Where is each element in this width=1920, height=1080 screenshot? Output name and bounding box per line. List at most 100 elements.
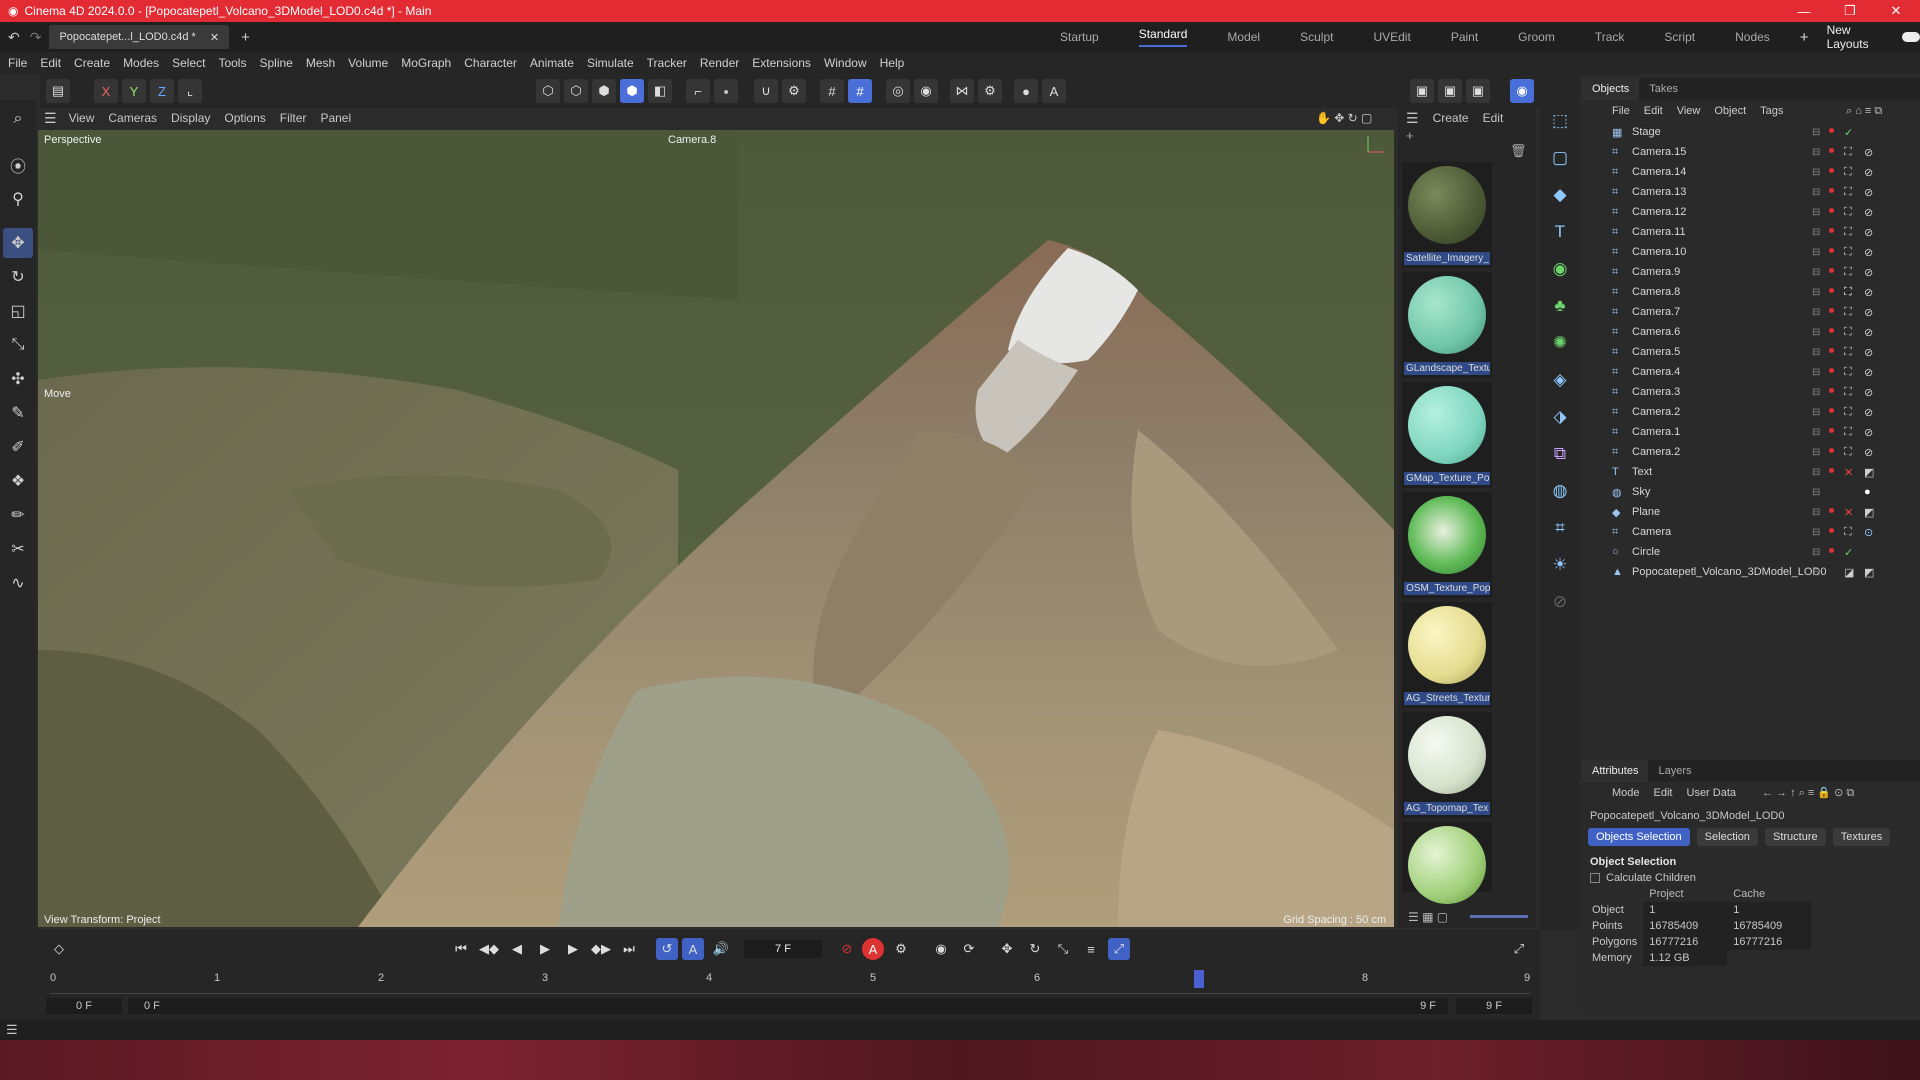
camera-tag-icon[interactable]: ⛶ <box>1844 346 1852 359</box>
sky-material-tag-icon[interactable]: ● <box>1864 486 1871 498</box>
render-view-icon[interactable]: ● <box>1014 79 1038 103</box>
visibility-icon[interactable]: ⊟ <box>1812 547 1820 558</box>
protection-tag-icon[interactable]: ⊘ <box>1864 246 1873 259</box>
command-palette-icon[interactable]: ▤ <box>46 79 70 103</box>
object-menu-file[interactable]: File <box>1612 105 1630 117</box>
visibility-icon[interactable]: ⊟ <box>1812 527 1820 538</box>
object-menu-tags[interactable]: Tags <box>1760 105 1783 117</box>
camera-tag-icon[interactable]: ⛶ <box>1844 166 1852 179</box>
layout-tab-sculpt[interactable]: Sculpt <box>1300 30 1333 44</box>
snap-icon[interactable]: ∪ <box>754 79 778 103</box>
record-param-icon[interactable]: ≡ <box>1080 938 1102 960</box>
symmetry-icon[interactable]: ⋈ <box>950 79 974 103</box>
record-pla-icon[interactable]: ⤢ <box>1108 938 1130 960</box>
add-material-icon[interactable]: + <box>1406 128 1414 143</box>
object-row-camera[interactable]: ⌗ Camera.6 ⊟ ⛶ ⊘ <box>1582 322 1920 342</box>
protection-tag-icon[interactable]: ⊘ <box>1864 306 1873 319</box>
protection-tag-icon[interactable]: ⊘ <box>1864 346 1873 359</box>
camera-tag-icon[interactable]: ⛶ <box>1844 386 1852 399</box>
menu-mograph[interactable]: MoGraph <box>401 56 451 70</box>
protection-tag-icon[interactable]: ⊘ <box>1864 446 1873 459</box>
camera-tag-icon[interactable]: ⛶ <box>1844 366 1852 379</box>
protection-tag-icon[interactable]: ⊘ <box>1864 186 1873 199</box>
close-tab-icon[interactable]: ✕ <box>210 31 219 44</box>
y-axis-button[interactable]: Y <box>122 79 146 103</box>
render-dot[interactable] <box>1829 368 1834 373</box>
minimize-button[interactable]: — <box>1782 0 1826 22</box>
viewport-menu-display[interactable]: Display <box>171 111 210 125</box>
protection-tag-icon[interactable]: ⊘ <box>1864 266 1873 279</box>
object-row-camera[interactable]: ⌗ Camera.9 ⊟ ⛶ ⊘ <box>1582 262 1920 282</box>
record-scale-icon[interactable]: ⤡ <box>1052 938 1074 960</box>
object-menu-object[interactable]: Object <box>1714 105 1746 117</box>
menu-tracker[interactable]: Tracker <box>647 56 687 70</box>
symmetry-settings-icon[interactable]: ⚙ <box>978 79 1002 103</box>
visibility-icon[interactable]: ⊟ <box>1812 267 1820 278</box>
render-dot[interactable] <box>1829 248 1834 253</box>
visibility-icon[interactable]: ⊟ <box>1812 447 1820 458</box>
object-row-circle[interactable]: ○ Circle ⊟ ✓ <box>1582 542 1920 562</box>
layout-tab-paint[interactable]: Paint <box>1451 30 1478 44</box>
menu-spline[interactable]: Spline <box>259 56 292 70</box>
render-dot[interactable] <box>1829 448 1834 453</box>
viewport-menu-cameras[interactable]: Cameras <box>108 111 157 125</box>
enabled-check-icon[interactable]: ✓ <box>1844 546 1853 559</box>
layout-tab-standard[interactable]: Standard <box>1138 27 1188 47</box>
viewport-menu-options[interactable]: Options <box>224 111 265 125</box>
object-row-camera[interactable]: ⌗ Camera.14 ⊟ ⛶ ⊘ <box>1582 162 1920 182</box>
render-dot[interactable] <box>1829 328 1834 333</box>
material-size-slider[interactable] <box>1470 915 1528 918</box>
menu-character[interactable]: Character <box>464 56 517 70</box>
camera-tag-icon[interactable]: ⛶ <box>1844 326 1852 339</box>
material-slot[interactable]: AG_Topomap_Tex <box>1402 712 1492 818</box>
status-menu-icon[interactable]: ☰ <box>6 1022 18 1038</box>
render-dot[interactable] <box>1829 508 1834 513</box>
document-tab[interactable]: Popocatepet...l_LOD0.c4d * ✕ <box>49 25 230 49</box>
active-camera-tag-icon[interactable]: ⛶ <box>1844 286 1852 299</box>
render-dot[interactable] <box>1829 408 1834 413</box>
viewport-menu-panel[interactable]: Panel <box>320 111 351 125</box>
layout-tab-track[interactable]: Track <box>1595 30 1625 44</box>
create-volume-icon[interactable]: ⬗ <box>1544 401 1576 433</box>
redo-icon[interactable]: ↷ <box>30 29 42 46</box>
material-menu-edit[interactable]: Edit <box>1483 111 1504 125</box>
record-disabled-icon[interactable]: ⊘ <box>836 938 858 960</box>
visibility-icon[interactable]: ⊟ <box>1812 427 1820 438</box>
preview-range-bar[interactable]: 0 F 9 F <box>128 998 1448 1014</box>
edges-mode-icon[interactable]: ⬡ <box>564 79 588 103</box>
live-selection-icon[interactable]: ⚲ <box>3 184 33 214</box>
end-frame-field[interactable]: 9 F <box>1456 998 1532 1014</box>
visibility-icon[interactable]: ⊟ <box>1812 567 1820 578</box>
camera-tag-icon[interactable]: ⛶ <box>1844 226 1852 239</box>
protection-tag-icon[interactable]: ⊘ <box>1864 206 1873 219</box>
tab-layers[interactable]: Layers <box>1648 765 1701 777</box>
rotate-tool-icon[interactable]: ↻ <box>3 262 33 292</box>
menu-edit[interactable]: Edit <box>40 56 61 70</box>
viewport-menu-view[interactable]: View <box>69 111 95 125</box>
texture-tag-icon[interactable]: ◩ <box>1864 466 1874 479</box>
layout-tab-groom[interactable]: Groom <box>1518 30 1555 44</box>
create-camera-icon[interactable]: ⌗ <box>1544 512 1576 544</box>
start-frame-field[interactable]: 0 F <box>46 998 122 1014</box>
layout-tab-uvedit[interactable]: UVEdit <box>1373 30 1410 44</box>
keyframe-diamond-icon[interactable]: ◇ <box>48 938 70 960</box>
viewport-nav-icons[interactable]: ✋ ✥ ↻ ▢ <box>1316 111 1372 125</box>
camera-tag-icon[interactable]: ⛶ <box>1844 406 1852 419</box>
new-layouts-toggle[interactable] <box>1902 32 1920 42</box>
polygons-mode-icon[interactable]: ⬢ <box>592 79 616 103</box>
attribute-nav-icons[interactable]: ← → ↑ ⌕ ≡ 🔒 ⊙ ⧉ <box>1762 786 1854 800</box>
visibility-icon[interactable]: ⊟ <box>1812 307 1820 318</box>
select-icon[interactable]: ⦿ <box>3 150 33 180</box>
menu-simulate[interactable]: Simulate <box>587 56 634 70</box>
visibility-icon[interactable]: ⊟ <box>1812 187 1820 198</box>
snap-tool-icon[interactable]: ✣ <box>3 364 33 394</box>
create-field-icon[interactable]: ⧉ <box>1544 438 1576 470</box>
visibility-icon[interactable]: ⊟ <box>1812 247 1820 258</box>
object-row-camera[interactable]: ⌗ Camera.8 ⊟ ⛶ ⊘ <box>1582 282 1920 302</box>
visibility-icon[interactable]: ⊟ <box>1812 167 1820 178</box>
brush-icon[interactable]: ✏ <box>3 500 33 530</box>
spline-pen-icon[interactable]: ✎ <box>3 398 33 428</box>
menu-select[interactable]: Select <box>172 56 205 70</box>
render-dot[interactable] <box>1829 468 1834 473</box>
menu-window[interactable]: Window <box>824 56 867 70</box>
